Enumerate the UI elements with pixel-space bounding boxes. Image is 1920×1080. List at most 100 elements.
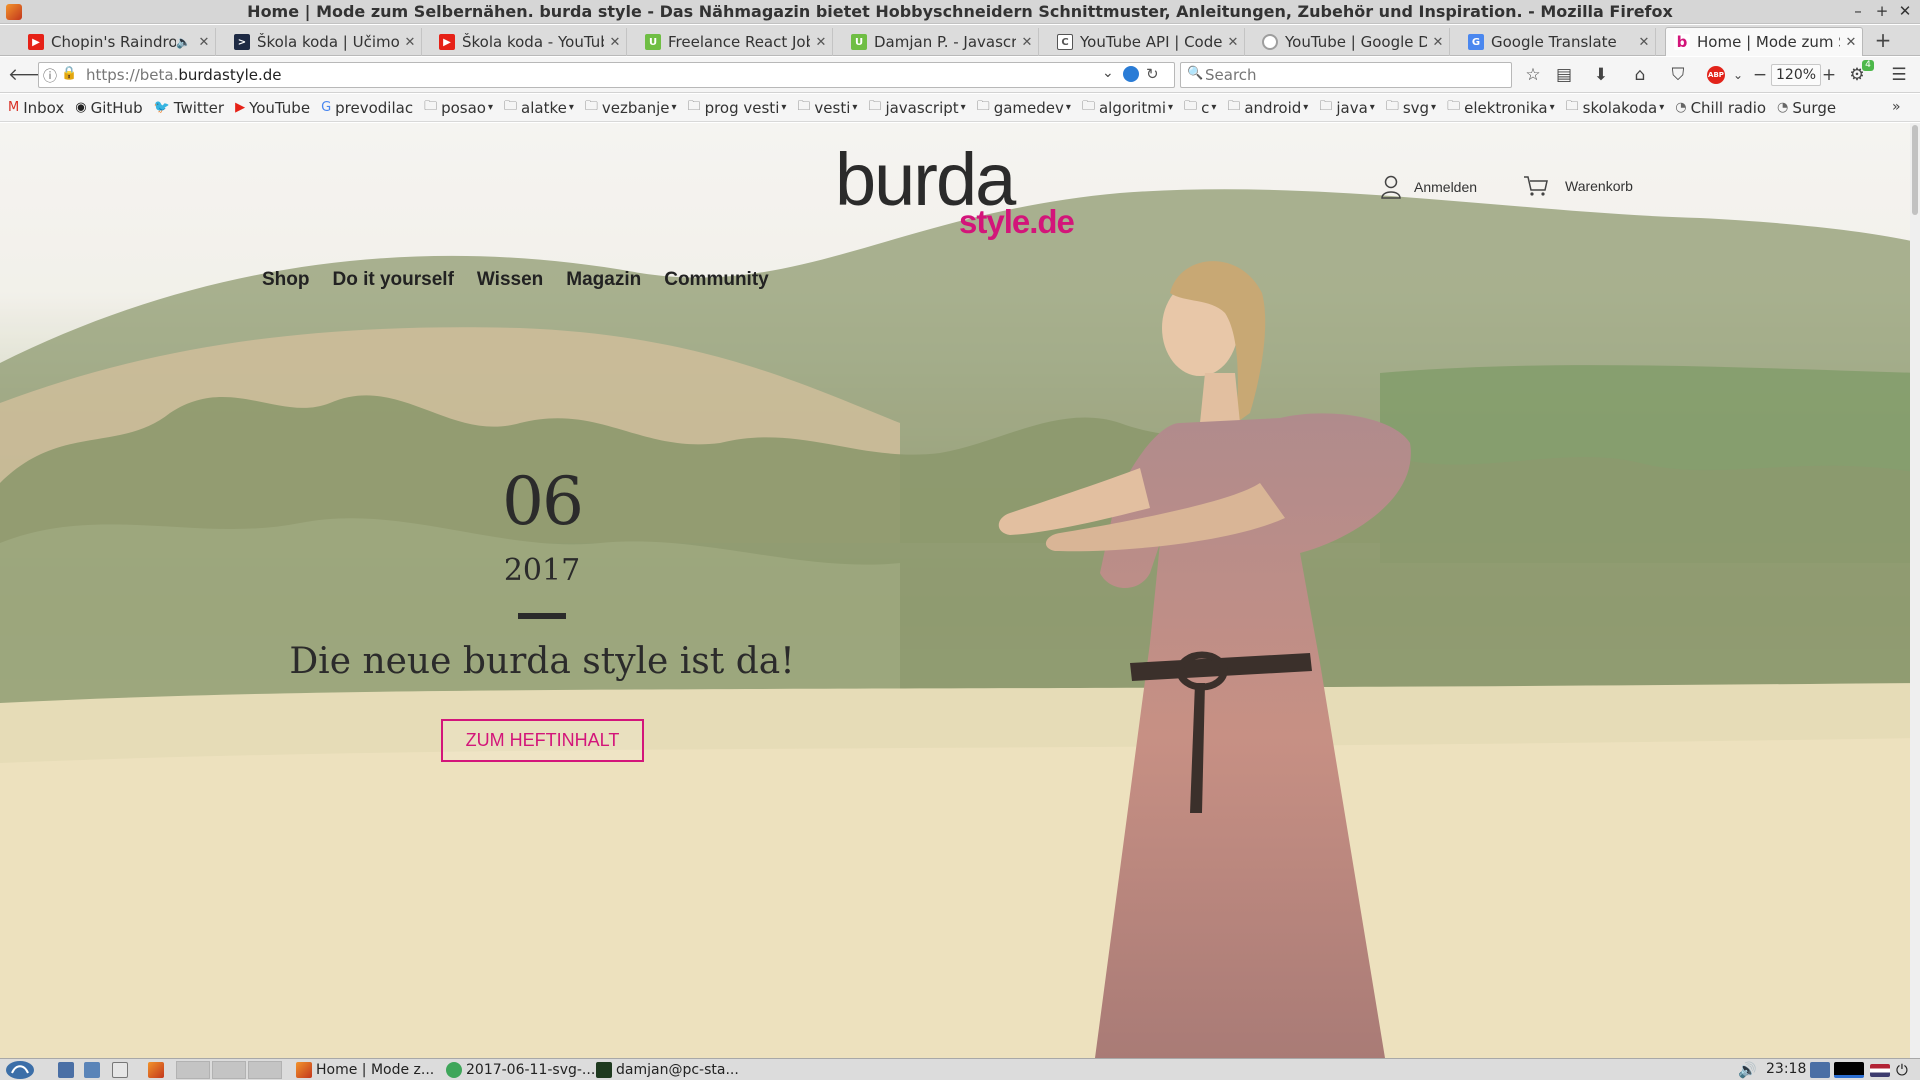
- close-tab-icon[interactable]: ✕: [1427, 35, 1449, 50]
- page-scrollbar[interactable]: [1910, 123, 1920, 1058]
- bookmark-vezbanje[interactable]: 🗀 vezbanje ▾: [585, 97, 677, 119]
- nav-wissen[interactable]: Wissen: [477, 269, 543, 291]
- scrollbar-thumb[interactable]: [1912, 125, 1918, 215]
- chevron-down-icon[interactable]: ⌄: [1102, 65, 1114, 81]
- folder-icon: 🗀: [1081, 98, 1095, 114]
- bookmark-javascript[interactable]: 🗀 javascript ▾: [868, 97, 965, 119]
- close-tab-icon[interactable]: ✕: [1222, 35, 1244, 50]
- network-tray-icon[interactable]: [1810, 1060, 1834, 1080]
- workspace-2[interactable]: [212, 1061, 246, 1079]
- close-tab-icon[interactable]: ✕: [399, 35, 421, 50]
- zoom-level[interactable]: 120%: [1771, 64, 1822, 86]
- bookmark-label: YouTube: [249, 98, 311, 117]
- more-bookmarks-icon[interactable]: »: [1892, 99, 1901, 115]
- translate-icon[interactable]: [1123, 66, 1139, 82]
- cart-link[interactable]: Warenkorb: [1523, 175, 1633, 197]
- login-link[interactable]: Anmelden: [1380, 175, 1477, 199]
- cart-label: Warenkorb: [1565, 178, 1633, 194]
- tab-damjan-javascript[interactable]: U Damjan P. - Javascript ✕: [843, 28, 1039, 56]
- search-input[interactable]: [1205, 65, 1495, 85]
- close-window-button[interactable]: ✕: [1895, 2, 1915, 20]
- bookmark-youtube[interactable]: ▶ YouTube: [235, 99, 310, 117]
- zoom-in-icon[interactable]: +: [1817, 64, 1841, 86]
- firefox-launcher[interactable]: [148, 1060, 168, 1080]
- bookmark-android[interactable]: 🗀 android ▾: [1227, 97, 1308, 119]
- bookmark-java[interactable]: 🗀 java ▾: [1319, 97, 1374, 119]
- bookmark-svg[interactable]: 🗀 svg ▾: [1386, 97, 1436, 119]
- adblock-plus-icon[interactable]: ABP: [1707, 66, 1725, 84]
- bookmark-github[interactable]: ◉ GitHub: [75, 99, 142, 117]
- close-tab-icon[interactable]: ✕: [1840, 35, 1862, 50]
- back-button[interactable]: 🡐: [8, 64, 54, 86]
- url-bar[interactable]: ⓘ 🔒 https://beta.burdastyle.de ⌄ ↻: [38, 62, 1175, 88]
- tab-skola-koda-site[interactable]: > Škola koda | Učimo na ✕: [226, 28, 422, 56]
- speaker-icon[interactable]: 🔈: [176, 35, 191, 49]
- file-manager-launcher[interactable]: [58, 1060, 78, 1080]
- lock-icon[interactable]: 🔒: [61, 66, 77, 81]
- tab-chopins-raindrop[interactable]: ▶ Chopin's Raindrop 🔈 ✕: [20, 28, 216, 56]
- close-tab-icon[interactable]: ✕: [1633, 35, 1655, 50]
- nav-do-it-yourself[interactable]: Do it yourself: [333, 269, 454, 291]
- taskbar-window-firefox[interactable]: Home | Mode z...: [296, 1060, 434, 1080]
- taskbar-window-image-viewer[interactable]: 2017-06-11-svg-...: [446, 1060, 595, 1080]
- logo-sub-text: style.de: [959, 203, 1075, 240]
- chevron-down-icon[interactable]: ⌄: [1726, 64, 1750, 86]
- reload-icon[interactable]: ↻: [1146, 65, 1159, 83]
- home-icon[interactable]: ⌂: [1628, 64, 1652, 86]
- download-icon[interactable]: ⬇: [1589, 64, 1613, 86]
- bookmark-twitter[interactable]: 🐦 Twitter: [154, 99, 224, 117]
- folder-icon: 🗀: [1565, 98, 1579, 114]
- tab-label: Škola koda | Učimo na: [257, 33, 399, 51]
- bookmark-algoritmi[interactable]: 🗀 algoritmi ▾: [1082, 97, 1173, 119]
- bookmark-skolakoda[interactable]: 🗀 skolakoda ▾: [1566, 97, 1665, 119]
- bookmark-star-icon[interactable]: ☆: [1521, 64, 1545, 86]
- new-tab-button[interactable]: +: [1870, 29, 1896, 53]
- tab-burda-home[interactable]: b Home | Mode zum Sel ✕: [1665, 27, 1863, 56]
- issue-contents-button[interactable]: ZUM HEFTINHALT: [441, 719, 644, 762]
- bookmark-posao[interactable]: 🗀 posao ▾: [424, 97, 493, 119]
- power-icon[interactable]: ⏻: [1896, 1060, 1908, 1080]
- bookmark-surge[interactable]: ◔ Surge: [1777, 99, 1836, 117]
- nav-community[interactable]: Community: [664, 269, 769, 291]
- bookmark-c[interactable]: 🗀 c ▾: [1184, 97, 1216, 119]
- minimize-button[interactable]: –: [1848, 2, 1868, 20]
- chevron-down-icon: ▾: [1211, 102, 1217, 113]
- bookmark-prevodilac[interactable]: Gprevodilac: [321, 99, 413, 117]
- close-tab-icon[interactable]: ✕: [810, 35, 832, 50]
- maximize-button[interactable]: +: [1872, 2, 1892, 20]
- keyboard-layout[interactable]: [1870, 1060, 1894, 1080]
- reading-list-icon[interactable]: ▤: [1552, 64, 1576, 86]
- network-launcher[interactable]: [84, 1060, 104, 1080]
- bookmark-elektronika[interactable]: 🗀 elektronika ▾: [1447, 97, 1555, 119]
- workspace-1[interactable]: [176, 1061, 210, 1079]
- bookmark-alatke[interactable]: 🗀 alatke ▾: [504, 97, 574, 119]
- tab-google-translate[interactable]: G Google Translate ✕: [1460, 28, 1656, 56]
- tab-skola-koda-youtube[interactable]: ▶ Škola koda - YouTube ✕: [431, 28, 627, 56]
- volume-icon[interactable]: 🔊: [1738, 1060, 1757, 1080]
- search-bar[interactable]: 🔍: [1180, 62, 1512, 88]
- bookmark-vesti[interactable]: 🗀 vesti ▾: [797, 97, 857, 119]
- taskbar-window-terminal[interactable]: damjan@pc-sta...: [596, 1060, 739, 1080]
- zoom-out-icon[interactable]: −: [1748, 64, 1772, 86]
- pocket-icon[interactable]: ⛉: [1666, 64, 1690, 86]
- tab-freelance-react-jobs[interactable]: U Freelance React Jobs ✕: [637, 28, 833, 56]
- menu-icon[interactable]: ☰: [1887, 64, 1911, 86]
- nav-shop[interactable]: Shop: [262, 269, 310, 291]
- nav-magazin[interactable]: Magazin: [566, 269, 641, 291]
- start-menu-button[interactable]: [4, 1060, 36, 1080]
- close-tab-icon[interactable]: ✕: [193, 35, 215, 50]
- bookmark-prog-vesti[interactable]: 🗀 prog vesti ▾: [688, 97, 787, 119]
- bookmark-gamedev[interactable]: 🗀 gamedev ▾: [977, 97, 1071, 119]
- info-icon[interactable]: ⓘ: [43, 66, 57, 86]
- workspace-3[interactable]: [248, 1061, 282, 1079]
- desktop-launcher[interactable]: [112, 1060, 132, 1080]
- close-tab-icon[interactable]: ✕: [604, 35, 626, 50]
- close-tab-icon[interactable]: ✕: [1016, 35, 1038, 50]
- tab-youtube-google-developers[interactable]: YouTube | Google De ✕: [1254, 28, 1450, 56]
- issue-year: 2017: [503, 553, 581, 588]
- bookmark-chill-radio[interactable]: ◔ Chill radio: [1675, 99, 1766, 117]
- burda-style-logo[interactable]: burda style.de: [835, 138, 1085, 248]
- tab-youtube-api-codecademy[interactable]: C YouTube API | Codeca ✕: [1049, 28, 1245, 56]
- url-text[interactable]: https://beta.burdastyle.de: [86, 66, 282, 84]
- bookmark-inbox[interactable]: M Inbox: [8, 99, 64, 117]
